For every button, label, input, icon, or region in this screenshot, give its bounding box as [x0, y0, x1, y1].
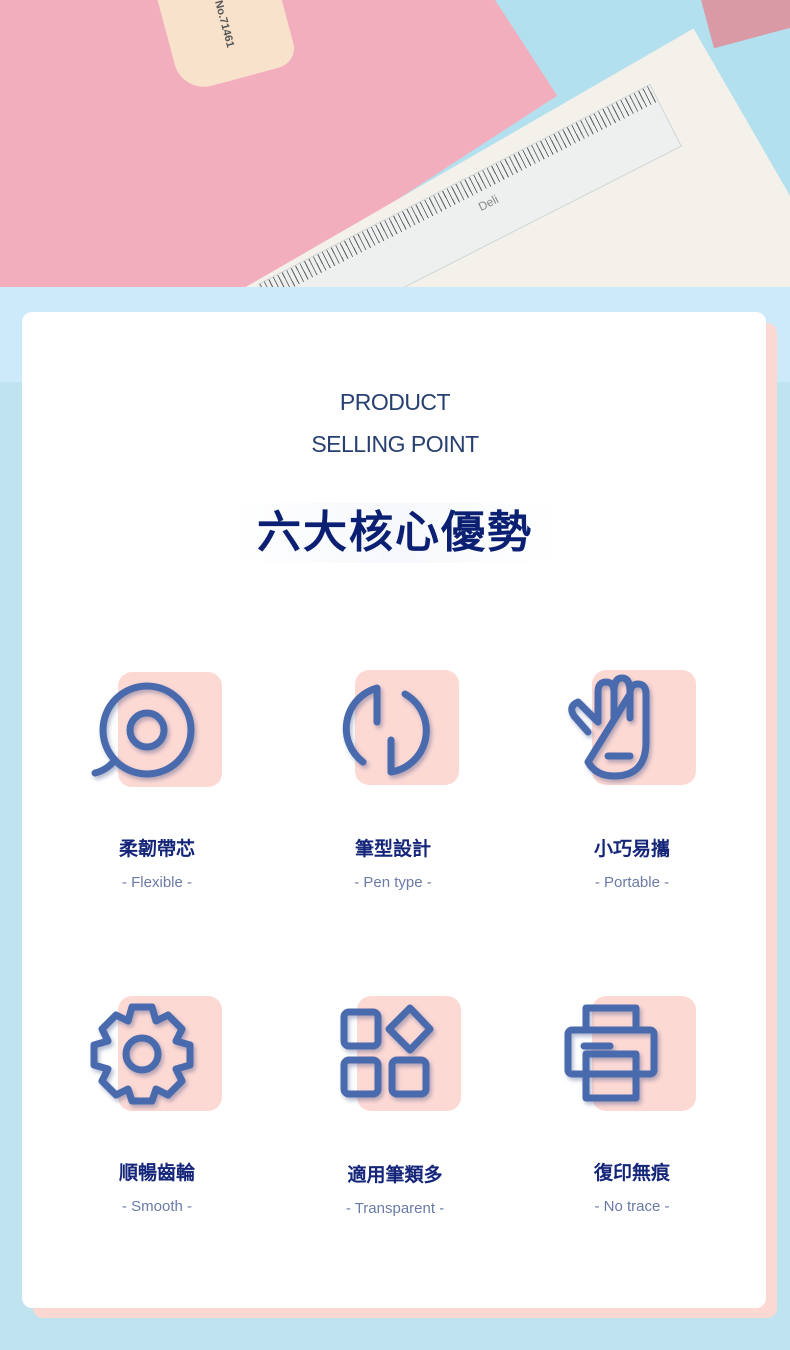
feature-subtitle: - No trace - [594, 1198, 670, 1215]
feature-title: 筆型設計 [354, 838, 431, 860]
hand-icon [568, 674, 650, 780]
feature-subtitle: - Portable - [594, 874, 670, 891]
heading-line2: SELLING POINT [311, 431, 479, 457]
feature-subtitle: - Flexible - [121, 874, 192, 891]
feature-subtitle: - Pen type - [354, 874, 432, 891]
feature-title: 適用筆類多 [347, 1164, 443, 1186]
tape-roll-icon [91, 682, 195, 778]
feature-subtitle: - Transparent - [345, 1200, 445, 1217]
heading-line1: PRODUCT [339, 389, 451, 415]
product-photo: Deli No.71461 [0, 0, 790, 287]
feature-title: 復印無痕 [593, 1162, 670, 1184]
page-title: 六大核心優勢 [228, 503, 562, 563]
feature-subtitle: - Smooth - [121, 1198, 193, 1215]
feature-title: 順暢齒輪 [118, 1162, 195, 1184]
refresh-cycle-icon [342, 684, 430, 776]
feature-title: 柔韌帶芯 [118, 838, 195, 860]
feature-title: 小巧易攜 [593, 838, 670, 860]
gear-icon [90, 1003, 194, 1105]
printer-icon [564, 1004, 658, 1102]
grid-apps-icon [340, 1004, 434, 1098]
pink-pouch [699, 0, 790, 49]
